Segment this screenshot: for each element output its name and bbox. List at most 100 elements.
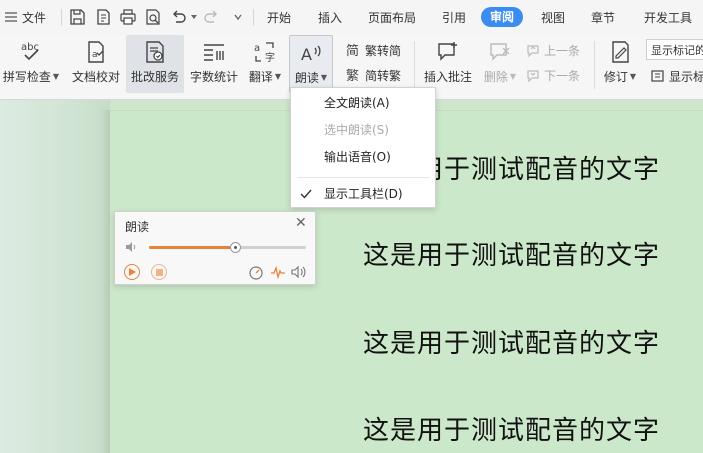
show-markup-button[interactable]: 显示标 [650, 66, 703, 86]
chevron-down-icon[interactable]: ▼ [321, 70, 327, 86]
trad-to-simp-label: 繁转简 [365, 43, 402, 58]
chevron-down-icon[interactable]: ▼ [53, 69, 59, 85]
page-shadow [100, 110, 110, 453]
prev-comment-label: 上一条 [544, 43, 581, 58]
simp-to-trad-button[interactable]: 繁 简转繁 [346, 65, 401, 85]
review-service-label: 批改服务 [130, 70, 179, 84]
review-service-button[interactable]: 批改服务 [126, 35, 184, 93]
document-line: 这是用于测试配音的文字 [363, 329, 661, 359]
read-selection-item[interactable]: 选中朗读(S) [291, 118, 435, 142]
doc-compare-icon: a [88, 41, 104, 63]
separator [61, 9, 62, 26]
read-aloud-button[interactable]: A 朗读 ▼ [289, 35, 333, 93]
prev-comment-icon [527, 45, 539, 58]
read-aloud-menu: 全文朗读(A) 选中朗读(S) 输出语音(O) 显示工具栏(D) [290, 87, 436, 208]
read-aloud-icon: A [301, 45, 321, 64]
show-markup-label: 显示标 [669, 69, 703, 84]
doc-compare-button[interactable]: a 文档校对 [68, 35, 124, 93]
tab-references[interactable]: 引用 [442, 9, 466, 26]
svg-text:a: a [92, 50, 98, 60]
simp-to-trad-label: 简转繁 [365, 68, 402, 83]
tab-developer[interactable]: 开发工具 [644, 9, 692, 26]
hamburger-icon [5, 12, 17, 22]
voice-wave-icon[interactable] [270, 264, 286, 280]
document-margin [0, 100, 110, 453]
doc-compare-label: 文档校对 [71, 70, 120, 84]
undo-dropdown-icon[interactable] [184, 7, 204, 27]
document-line: 这是用于测试配音的文字 [363, 416, 661, 446]
chevron-down-icon[interactable]: ▼ [275, 69, 281, 85]
trad-to-simp-icon: 简 [346, 43, 359, 58]
trad-to-simp-button[interactable]: 简 繁转简 [346, 40, 401, 60]
tab-page-layout[interactable]: 页面布局 [368, 9, 416, 26]
show-toolbar-item[interactable]: 显示工具栏(D) [291, 182, 435, 206]
redo-icon[interactable] [202, 7, 222, 27]
insert-comment-icon [438, 42, 457, 61]
toolbar-title: 朗读 [125, 220, 150, 234]
delete-comment-button[interactable]: 删除 ▼ [480, 35, 520, 93]
export-speech-item[interactable]: 输出语音(O) [291, 145, 435, 169]
show-toolbar-label: 显示工具栏(D) [324, 187, 403, 201]
customize-toolbar-icon[interactable] [228, 7, 248, 27]
prev-comment-button[interactable]: 上一条 [525, 40, 580, 60]
spellcheck-button[interactable]: abc 拼写检查 ▼ [0, 35, 62, 93]
next-comment-label: 下一条 [544, 68, 581, 83]
spellcheck-icon: abc [21, 42, 39, 61]
volume-slider[interactable] [149, 242, 306, 253]
next-comment-icon [527, 70, 539, 83]
separator [414, 41, 415, 89]
svg-text:A: A [301, 45, 312, 64]
svg-text:繁: 繁 [346, 68, 359, 83]
read-aloud-label: 朗读 [294, 71, 319, 85]
speed-icon[interactable] [248, 264, 264, 280]
chevron-down-icon[interactable]: ▼ [630, 69, 636, 85]
insert-comment-button[interactable]: 插入批注 [420, 35, 476, 93]
revision-button[interactable]: 修订 ▼ [600, 35, 640, 93]
translate-label: 翻译 [248, 70, 273, 84]
svg-text:a: a [254, 43, 260, 54]
file-menu[interactable]: 文件 [4, 8, 46, 26]
chevron-down-icon[interactable]: ▼ [510, 69, 516, 85]
print-icon[interactable] [118, 7, 138, 27]
play-icon [129, 268, 136, 276]
tab-view[interactable]: 视图 [541, 9, 565, 26]
tab-review[interactable]: 审阅 [481, 7, 524, 27]
stop-button[interactable] [151, 264, 167, 280]
next-comment-button[interactable]: 下一条 [525, 65, 580, 85]
close-icon[interactable]: ✕ [295, 216, 307, 230]
revision-label: 修订 [603, 70, 628, 84]
spellcheck-label: 拼写检查 [2, 70, 51, 84]
delete-comment-label: 删除 [483, 70, 508, 84]
play-button[interactable] [124, 264, 140, 280]
show-markup-value: 显示标记的 [651, 44, 703, 57]
export-pdf-icon[interactable] [93, 7, 113, 27]
delete-comment-icon [490, 43, 510, 61]
translate-icon: a字 [254, 42, 275, 64]
print-preview-icon[interactable] [143, 7, 163, 27]
slider-knob[interactable] [230, 242, 242, 253]
revision-icon [612, 41, 629, 63]
read-full-text-item[interactable]: 全文朗读(A) [291, 91, 435, 115]
separator [253, 9, 254, 26]
document-line: 这是用于测试配音的文字 [363, 241, 661, 271]
show-markup-icon [651, 70, 664, 82]
speaker-settings-icon[interactable] [291, 264, 307, 280]
tab-chapter[interactable]: 章节 [591, 9, 615, 26]
tab-start[interactable]: 开始 [267, 9, 291, 26]
stop-icon [155, 268, 163, 276]
separator [297, 177, 429, 178]
show-markup-select[interactable]: 显示标记的 [646, 39, 703, 60]
translate-button[interactable]: a字 翻译 ▼ [244, 35, 286, 93]
volume-fill [149, 246, 236, 249]
svg-text:字: 字 [265, 51, 275, 64]
simp-to-trad-icon: 繁 [346, 68, 359, 83]
menu-bar: 文件 开始 插入 页面布局 引用 审阅 视图 章节 开发工具 [0, 0, 703, 35]
word-count-button[interactable]: 字数统计 [186, 35, 242, 93]
tab-insert[interactable]: 插入 [318, 9, 342, 26]
file-menu-label: 文件 [22, 10, 47, 25]
svg-text:简: 简 [346, 43, 359, 58]
save-icon[interactable] [67, 7, 87, 27]
separator [594, 41, 595, 89]
read-aloud-toolbar: 朗读 ✕ [114, 211, 316, 285]
volume-icon[interactable] [125, 241, 137, 253]
